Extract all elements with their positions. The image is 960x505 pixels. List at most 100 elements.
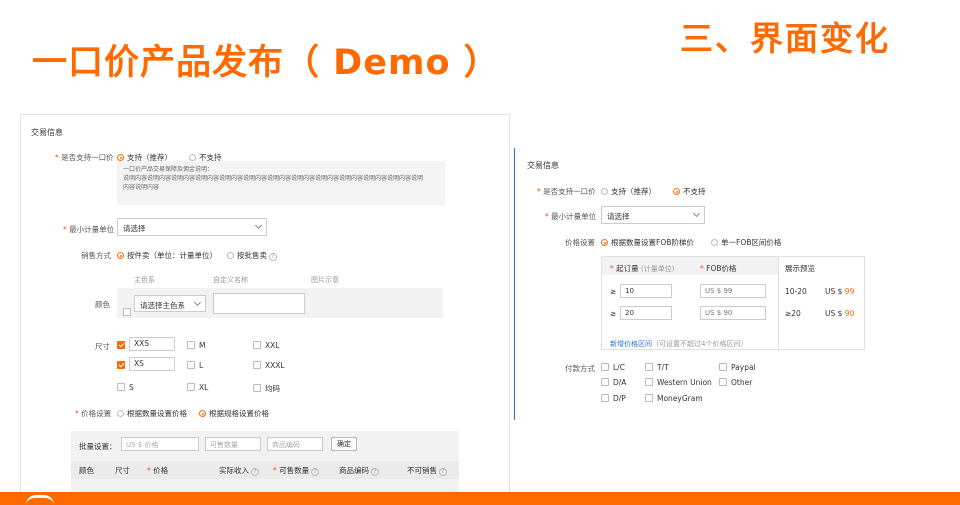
main-color-header: 主色系 — [134, 276, 155, 284]
min-unit-select[interactable]: 请选择 — [117, 218, 267, 236]
radio-selected-icon — [117, 154, 124, 161]
help-icon[interactable]: ? — [439, 468, 447, 476]
checkbox-icon — [719, 378, 727, 386]
payment-option[interactable]: L/C — [601, 363, 625, 372]
trade-info-panel-new: 交易信息 * 是否支持一口价 支持（推荐） 不支持 一口价产品交易保障及佣金说明… — [20, 114, 510, 494]
preview-price: US $ 99 — [825, 287, 855, 296]
checkbox-icon — [117, 341, 125, 349]
price-by-qty-radio[interactable]: 根据数量设置价格 — [117, 408, 187, 419]
checkbox-icon — [645, 394, 653, 402]
checkbox-icon — [601, 394, 609, 402]
custom-name-input[interactable] — [213, 293, 305, 314]
payment-label: 付款方式 — [565, 364, 595, 373]
tier-price-input[interactable]: US $ 90 — [700, 306, 766, 320]
th-unsellable: 不可销售? — [407, 465, 447, 476]
min-unit-label: * 最小计量单位 — [63, 225, 115, 234]
min-unit-select[interactable]: 请选择 — [601, 206, 705, 224]
help-icon[interactable]: ? — [269, 253, 277, 261]
radio-unselected-icon — [711, 239, 718, 246]
checkbox-icon — [187, 383, 195, 391]
chevron-down-icon — [193, 298, 202, 307]
min-unit-label: * 最小计量单位 — [545, 212, 597, 221]
radio-unselected-icon — [227, 252, 234, 259]
help-icon[interactable]: ? — [251, 468, 259, 476]
th-code: 商品编码? — [339, 465, 379, 476]
checkbox-icon — [645, 378, 653, 386]
checkbox-icon — [253, 361, 261, 369]
payment-option[interactable]: Paypal — [719, 363, 756, 372]
checkbox-icon — [123, 308, 131, 316]
tier-qty-input[interactable]: 10 — [620, 284, 672, 298]
fob-tier-radio[interactable]: 根据数量设置FOB阶梯价 — [601, 237, 694, 248]
batch-confirm-button[interactable]: 确定 — [331, 437, 357, 451]
payment-option[interactable]: D/P — [601, 394, 626, 403]
fixed-price-no-radio[interactable]: 不支持 — [673, 186, 706, 197]
radio-unselected-icon — [189, 154, 196, 161]
tier-sign: ≥ — [610, 309, 617, 318]
add-tier-row: 新增价格区间（可设置不超过4个价格区间） — [610, 331, 747, 350]
price-by-spec-radio[interactable]: 根据规格设置价格 — [199, 408, 269, 419]
size-option[interactable]: M — [187, 341, 205, 350]
payment-option[interactable]: D/A — [601, 378, 626, 387]
checkbox-icon — [187, 341, 195, 349]
preview-range: ≥20 — [785, 309, 801, 318]
batch-code-input[interactable]: 商品编码 — [267, 437, 323, 451]
min-order-header: * 起订量 (计量单位) — [610, 264, 675, 273]
sale-mode-label: 销售方式 — [81, 251, 111, 260]
radio-unselected-icon — [117, 410, 124, 417]
fob-price-header: * FOB价格 — [700, 264, 737, 273]
main-color-select[interactable]: 请选择主色系 — [134, 295, 206, 312]
tier-price-input[interactable]: US $ 99 — [700, 284, 766, 298]
add-tier-link[interactable]: 新增价格区间 — [610, 340, 652, 348]
tier-sign: ≥ — [610, 287, 617, 296]
batch-qty-input[interactable]: 可售数量 — [205, 437, 261, 451]
size-option[interactable]: XXL — [253, 341, 279, 350]
radio-unselected-icon — [601, 188, 608, 195]
fixed-price-label: * 是否支持一口价 — [55, 153, 114, 162]
trade-info-panel-old: 交易信息 * 是否支持一口价 支持（推荐） 不支持 * 最小计量单位 请选择 价… — [514, 148, 960, 420]
help-icon[interactable]: ? — [311, 468, 320, 476]
th-color: 颜色 — [79, 466, 94, 475]
price-setting-label: * 价格设置 — [75, 409, 112, 418]
preview-header: 展示预览 — [785, 264, 815, 273]
th-income: 实际收入? — [219, 465, 259, 476]
checkbox-icon — [601, 378, 609, 386]
checkbox-icon — [253, 384, 261, 392]
section-title: 交易信息 — [31, 128, 63, 137]
radio-selected-icon — [673, 188, 680, 195]
preview-column: 展示预览 10-20 US $ 99 ≥20 US $ 90 — [778, 257, 865, 351]
chevron-down-icon — [692, 209, 701, 218]
batch-price-input[interactable]: US $ 价格 — [121, 437, 199, 451]
custom-name-header: 自定义名称 — [213, 276, 248, 284]
payment-option[interactable]: MoneyGram — [645, 394, 703, 403]
th-price: * 价格 — [147, 466, 169, 475]
checkbox-icon — [645, 363, 653, 371]
brand-logo-icon — [26, 495, 54, 505]
fixed-price-notice: 一口价产品交易保障及佣金说明： 说明内容说明内容说明内容说明内容说明内容说明内容… — [117, 161, 445, 205]
checkbox-icon — [117, 361, 125, 369]
payment-option[interactable]: Western Union — [645, 378, 712, 387]
size-option[interactable]: XL — [187, 383, 208, 392]
checkbox-icon — [719, 363, 727, 371]
sale-by-piece-radio[interactable]: 按件卖（单位：计量单位） — [117, 250, 217, 261]
size-option[interactable]: L — [187, 361, 203, 370]
size-option[interactable]: XXS — [117, 337, 175, 351]
checkbox-icon — [253, 341, 261, 349]
tier-qty-input[interactable]: 20 — [620, 306, 672, 320]
checkbox-icon — [601, 363, 609, 371]
th-size: 尺寸 — [115, 466, 130, 475]
size-option[interactable]: S — [117, 383, 134, 392]
size-option[interactable]: XXXL — [253, 361, 285, 370]
fob-single-radio[interactable]: 单一FOB区间价格 — [711, 237, 781, 248]
payment-option[interactable]: T/T — [645, 363, 669, 372]
size-option[interactable]: 均码 — [253, 383, 280, 394]
radio-selected-icon — [117, 252, 124, 259]
sale-by-batch-radio[interactable]: 按批售卖? — [227, 250, 277, 261]
help-icon[interactable]: ? — [371, 468, 379, 476]
payment-option[interactable]: Other — [719, 378, 752, 387]
size-option[interactable]: XS — [117, 357, 175, 371]
price-tiers-box: * 起订量 (计量单位) * FOB价格 ≥ 10 US $ 99 ≥ 20 U… — [601, 256, 865, 351]
fixed-price-yes-radio[interactable]: 支持（推荐） — [601, 186, 656, 197]
preview-range: 10-20 — [785, 287, 807, 296]
radio-selected-icon — [601, 239, 608, 246]
